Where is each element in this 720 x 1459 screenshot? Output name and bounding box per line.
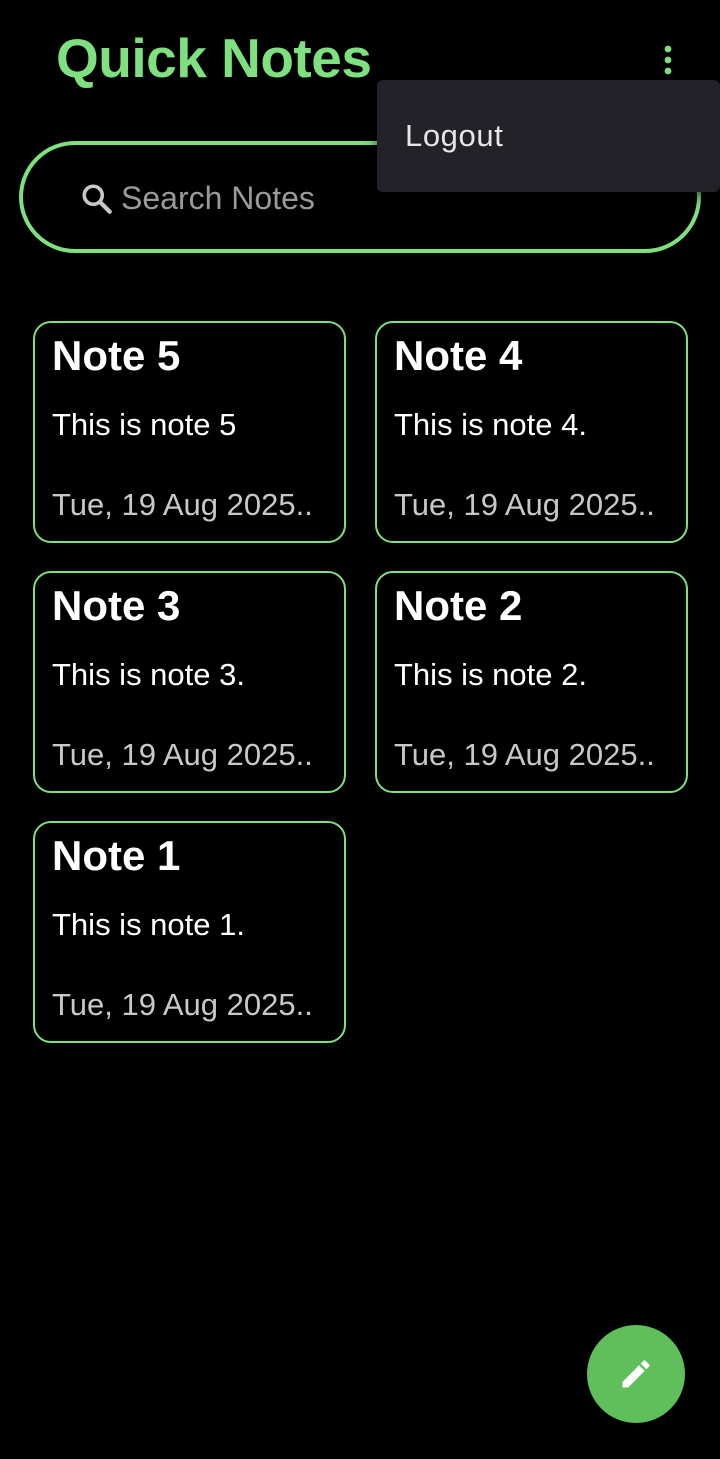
note-title: Note 2: [394, 582, 523, 629]
note-card[interactable]: Note 1 This is note 1. Tue, 19 Aug 2025.…: [33, 821, 346, 1043]
notes-screen: Quick Notes Search Notes Note 5 This is …: [0, 0, 720, 1459]
note-card[interactable]: Note 2 This is note 2. Tue, 19 Aug 2025.…: [375, 571, 688, 793]
note-title: Note 1: [52, 832, 181, 879]
add-note-button[interactable]: [587, 1325, 685, 1423]
note-date: Tue, 19 Aug 2025..: [52, 737, 313, 772]
note-card[interactable]: Note 4 This is note 4. Tue, 19 Aug 2025.…: [375, 321, 688, 543]
note-date: Tue, 19 Aug 2025..: [52, 987, 313, 1022]
pencil-icon: [622, 1360, 650, 1388]
menu-item-logout[interactable]: Logout: [405, 118, 503, 154]
overflow-menu: Logout: [377, 80, 720, 192]
note-title: Note 4: [394, 332, 523, 379]
search-icon: [82, 184, 112, 214]
more-vert-icon: [664, 45, 672, 75]
note-body: This is note 1.: [52, 907, 245, 942]
note-title: Note 5: [52, 332, 181, 379]
note-body: This is note 5: [52, 407, 237, 442]
note-body: This is note 3.: [52, 657, 245, 692]
overflow-menu-button[interactable]: [648, 40, 688, 80]
note-body: This is note 2.: [394, 657, 587, 692]
note-card[interactable]: Note 3 This is note 3. Tue, 19 Aug 2025.…: [33, 571, 346, 793]
note-card[interactable]: Note 5 This is note 5 Tue, 19 Aug 2025..: [33, 321, 346, 543]
note-date: Tue, 19 Aug 2025..: [52, 487, 313, 522]
note-body: This is note 4.: [394, 407, 587, 442]
note-date: Tue, 19 Aug 2025..: [394, 487, 655, 522]
search-input[interactable]: Search Notes: [121, 179, 315, 217]
app-title: Quick Notes: [56, 27, 372, 89]
note-date: Tue, 19 Aug 2025..: [394, 737, 655, 772]
note-title: Note 3: [52, 582, 181, 629]
